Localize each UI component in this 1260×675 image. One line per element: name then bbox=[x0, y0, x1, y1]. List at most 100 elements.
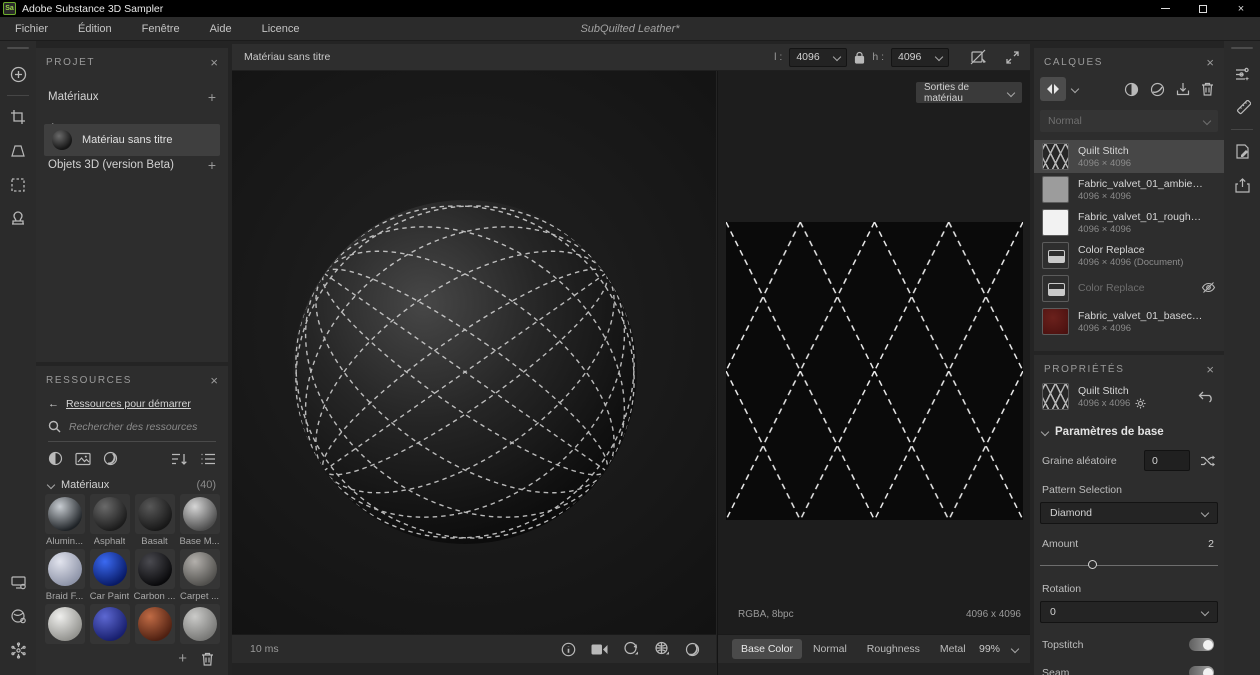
material-tile bbox=[135, 494, 175, 534]
slider-handle[interactable] bbox=[1088, 560, 1097, 569]
adjustment-layer-icon[interactable] bbox=[1124, 82, 1139, 97]
material-tab[interactable]: Matériau sans titre bbox=[232, 51, 342, 63]
starter-resources-link[interactable]: Ressources pour démarrer bbox=[66, 398, 191, 410]
filter-images-icon[interactable] bbox=[75, 452, 91, 466]
resource-search[interactable] bbox=[48, 420, 216, 442]
back-arrow-icon[interactable]: ← bbox=[48, 398, 59, 410]
trash-icon[interactable] bbox=[201, 652, 214, 666]
menu-item[interactable]: Licence bbox=[247, 23, 315, 35]
toggle-switch[interactable] bbox=[1189, 666, 1214, 675]
tiling-disabled-icon[interactable] bbox=[970, 49, 988, 65]
clone-stamp-tool-icon[interactable] bbox=[0, 202, 36, 236]
camera-icon[interactable] bbox=[591, 643, 608, 656]
rotate-environment-icon[interactable] bbox=[623, 641, 639, 657]
marquee-select-tool-icon[interactable] bbox=[0, 168, 36, 202]
layer-row[interactable]: Fabric_valvet_01_basecolor.jpg 4096 × 40… bbox=[1034, 305, 1224, 338]
material-cell[interactable] bbox=[42, 604, 87, 644]
info-icon[interactable] bbox=[561, 642, 576, 657]
add-icon[interactable]: + bbox=[208, 157, 216, 173]
layer-row[interactable]: Color Replace 4096 × 4096 (Document) bbox=[1034, 239, 1224, 272]
preferences-icon[interactable] bbox=[0, 633, 36, 667]
material-cell[interactable]: Carpet ... bbox=[177, 549, 222, 602]
undo-icon[interactable] bbox=[1197, 390, 1214, 403]
pattern-selection-dropdown[interactable]: Diamond bbox=[1040, 502, 1218, 524]
channel-tab[interactable]: Base Color bbox=[732, 639, 802, 659]
environment-settings-icon[interactable] bbox=[0, 599, 36, 633]
toolbar-drag-handle[interactable] bbox=[1231, 47, 1253, 49]
channel-tab[interactable]: Metal bbox=[931, 639, 975, 659]
rotation-dropdown[interactable]: 0 bbox=[1040, 601, 1218, 623]
material-preview-sphere-icon[interactable] bbox=[685, 642, 700, 657]
menu-item[interactable]: Édition bbox=[63, 23, 127, 35]
toggle-switch[interactable] bbox=[1189, 638, 1214, 651]
materials-category-row[interactable]: Matériaux (40) bbox=[36, 466, 228, 491]
layer-row[interactable]: Fabric_valvet_01_roughness.jpg 4096 × 40… bbox=[1034, 206, 1224, 239]
material-cell[interactable]: Base M... bbox=[177, 494, 222, 547]
close-button[interactable]: × bbox=[1222, 0, 1260, 17]
material-cell[interactable]: Alumin... bbox=[42, 494, 87, 547]
trash-icon[interactable] bbox=[1201, 82, 1214, 96]
material-cell[interactable]: Carbon ... bbox=[132, 549, 177, 602]
material-cell[interactable]: Braid F... bbox=[42, 549, 87, 602]
viewport-2d[interactable]: Sorties de matériau RGBA, 8bpc 4096 x 40… bbox=[717, 71, 1030, 675]
chevron-down-icon[interactable] bbox=[1071, 85, 1079, 93]
filter-smart-materials-icon[interactable] bbox=[103, 451, 118, 466]
menu-item[interactable]: Fenêtre bbox=[127, 23, 195, 35]
layer-row[interactable]: Color Replace bbox=[1034, 272, 1224, 305]
resources-close-icon[interactable]: × bbox=[210, 376, 218, 386]
environment-grid-icon[interactable] bbox=[654, 641, 670, 657]
import-layer-icon[interactable] bbox=[1176, 82, 1190, 96]
crop-tool-icon[interactable] bbox=[0, 100, 36, 134]
sort-icon[interactable] bbox=[171, 452, 188, 466]
adjustments-panel-icon[interactable] bbox=[1224, 57, 1260, 91]
material-cell[interactable] bbox=[132, 604, 177, 644]
filter-materials-icon[interactable] bbox=[48, 451, 63, 466]
amount-slider[interactable] bbox=[1040, 560, 1218, 570]
project-close-icon[interactable]: × bbox=[210, 58, 218, 68]
viewport-3d[interactable]: 10 ms bbox=[232, 71, 716, 675]
zoom-dropdown[interactable]: 99% bbox=[979, 643, 1030, 655]
texture-2d-preview[interactable] bbox=[726, 222, 1023, 520]
perspective-tool-icon[interactable] bbox=[0, 134, 36, 168]
width-dropdown[interactable]: 4096 bbox=[789, 48, 847, 67]
menu-item[interactable]: Fichier bbox=[0, 23, 63, 35]
share-export-icon[interactable] bbox=[1224, 168, 1260, 202]
compare-ab-button[interactable] bbox=[1040, 77, 1066, 101]
add-icon[interactable]: + bbox=[208, 89, 216, 105]
gear-icon[interactable] bbox=[1135, 398, 1146, 409]
material-item-selected[interactable]: Matériau sans titre bbox=[44, 124, 220, 156]
eye-off-icon[interactable] bbox=[1201, 281, 1216, 294]
channel-tab[interactable]: Roughness bbox=[858, 639, 929, 659]
effect-layer-icon[interactable] bbox=[1150, 82, 1165, 97]
list-view-icon[interactable] bbox=[200, 452, 216, 466]
channel-tab[interactable]: Normal bbox=[804, 639, 856, 659]
layer-row[interactable]: Fabric_valvet_01_ambientocclusion.jpg 40… bbox=[1034, 173, 1224, 206]
measure-tool-icon[interactable] bbox=[1224, 91, 1260, 125]
material-cell[interactable]: Basalt bbox=[132, 494, 177, 547]
randomize-icon[interactable] bbox=[1200, 454, 1216, 468]
layer-row[interactable]: Quilt Stitch 4096 × 4096 bbox=[1034, 140, 1224, 173]
material-cell[interactable]: Car Paint bbox=[87, 549, 132, 602]
material-cell[interactable]: Asphalt bbox=[87, 494, 132, 547]
menu-item[interactable]: Aide bbox=[195, 23, 247, 35]
search-input[interactable] bbox=[69, 421, 209, 433]
height-dropdown[interactable]: 4096 bbox=[891, 48, 949, 67]
toolbar-drag-handle[interactable] bbox=[7, 47, 29, 49]
base-parameters-section[interactable]: Paramètres de base bbox=[1034, 410, 1224, 438]
minimize-button[interactable] bbox=[1146, 0, 1184, 17]
display-settings-icon[interactable] bbox=[0, 565, 36, 599]
restore-button[interactable] bbox=[1184, 0, 1222, 17]
layers-close-icon[interactable]: × bbox=[1206, 58, 1214, 68]
lock-icon[interactable] bbox=[854, 51, 865, 64]
viewport-3d-scene[interactable] bbox=[232, 71, 716, 634]
material-cell[interactable] bbox=[87, 604, 132, 644]
edit-document-icon[interactable] bbox=[1224, 134, 1260, 168]
properties-close-icon[interactable]: × bbox=[1206, 365, 1214, 375]
material-outputs-dropdown[interactable]: Sorties de matériau bbox=[916, 82, 1022, 103]
add-resource-button[interactable]: + bbox=[178, 650, 187, 667]
add-resource-button[interactable] bbox=[0, 57, 36, 91]
material-cell[interactable] bbox=[177, 604, 222, 644]
fullscreen-icon[interactable] bbox=[1005, 50, 1020, 65]
random-seed-input[interactable]: 0 bbox=[1144, 450, 1190, 471]
project-group-row[interactable]: Matériaux + bbox=[36, 80, 228, 114]
